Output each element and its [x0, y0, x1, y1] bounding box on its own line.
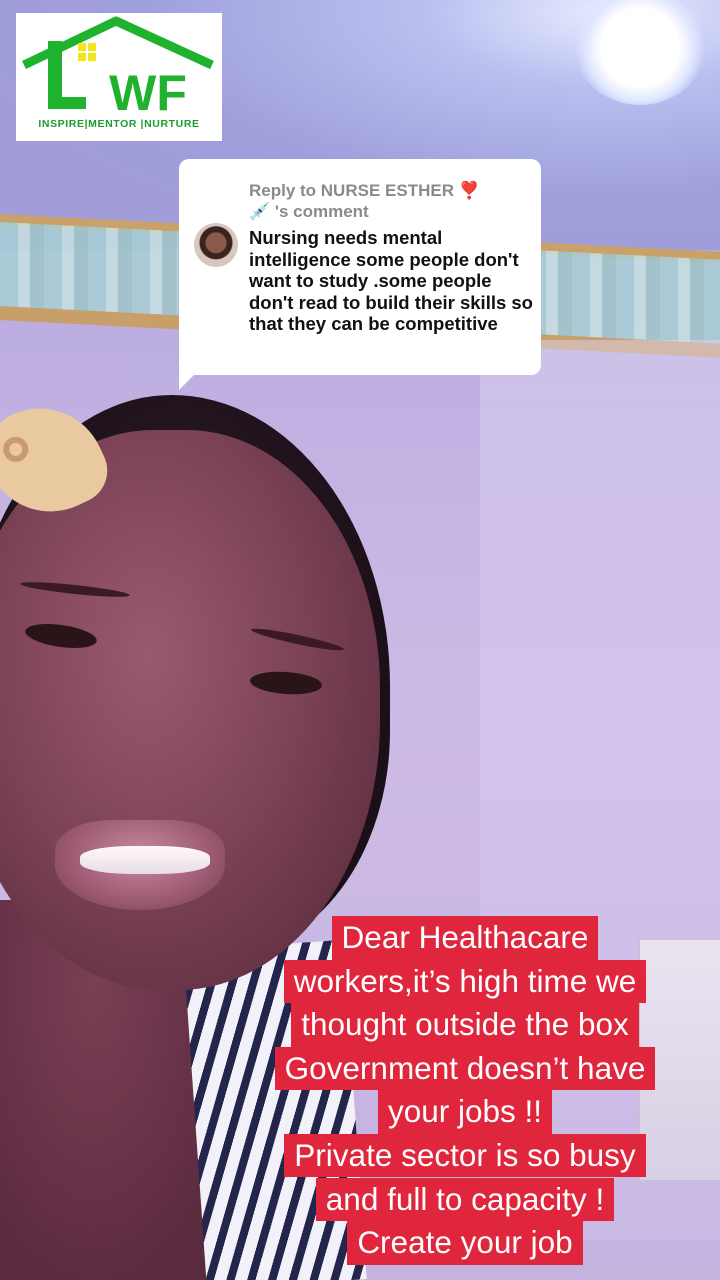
- caption-line: Create your job: [347, 1221, 583, 1265]
- caption-line: workers,it’s high time we: [283, 959, 647, 1004]
- lwf-logo: WF INSPIRE|MENTOR |NURTURE: [16, 13, 222, 141]
- caption-line: your jobs !!: [377, 1090, 553, 1134]
- caption-line: Dear Healthacare: [331, 916, 599, 960]
- heart-icon: ❣️: [458, 181, 480, 200]
- teeth: [80, 846, 210, 874]
- video-caption: Dear Healthacare workers,it’s high time …: [232, 916, 698, 1265]
- syringe-icon: 💉: [249, 202, 271, 221]
- logo-tagline: INSPIRE|MENTOR |NURTURE: [38, 118, 200, 130]
- reply-comment-text: Nursing needs mental intelligence some p…: [249, 227, 533, 334]
- logo-wf-text: WF: [109, 65, 187, 121]
- person-face: [0, 430, 380, 990]
- caption-line: Private sector is so busy: [284, 1133, 646, 1178]
- reply-title-suffix: 's comment: [274, 202, 369, 221]
- caption-line: thought outside the box: [291, 1003, 639, 1047]
- caption-line: and full to capacity !: [315, 1177, 615, 1222]
- commenter-avatar[interactable]: [194, 223, 238, 267]
- caption-line: Government doesn’t have: [274, 1046, 656, 1091]
- reply-bubble-tail: [179, 368, 201, 390]
- reply-title-prefix: Reply to NURSE ESTHER: [249, 181, 454, 200]
- reply-title: Reply to NURSE ESTHER ❣️ 💉 's comment: [249, 180, 529, 222]
